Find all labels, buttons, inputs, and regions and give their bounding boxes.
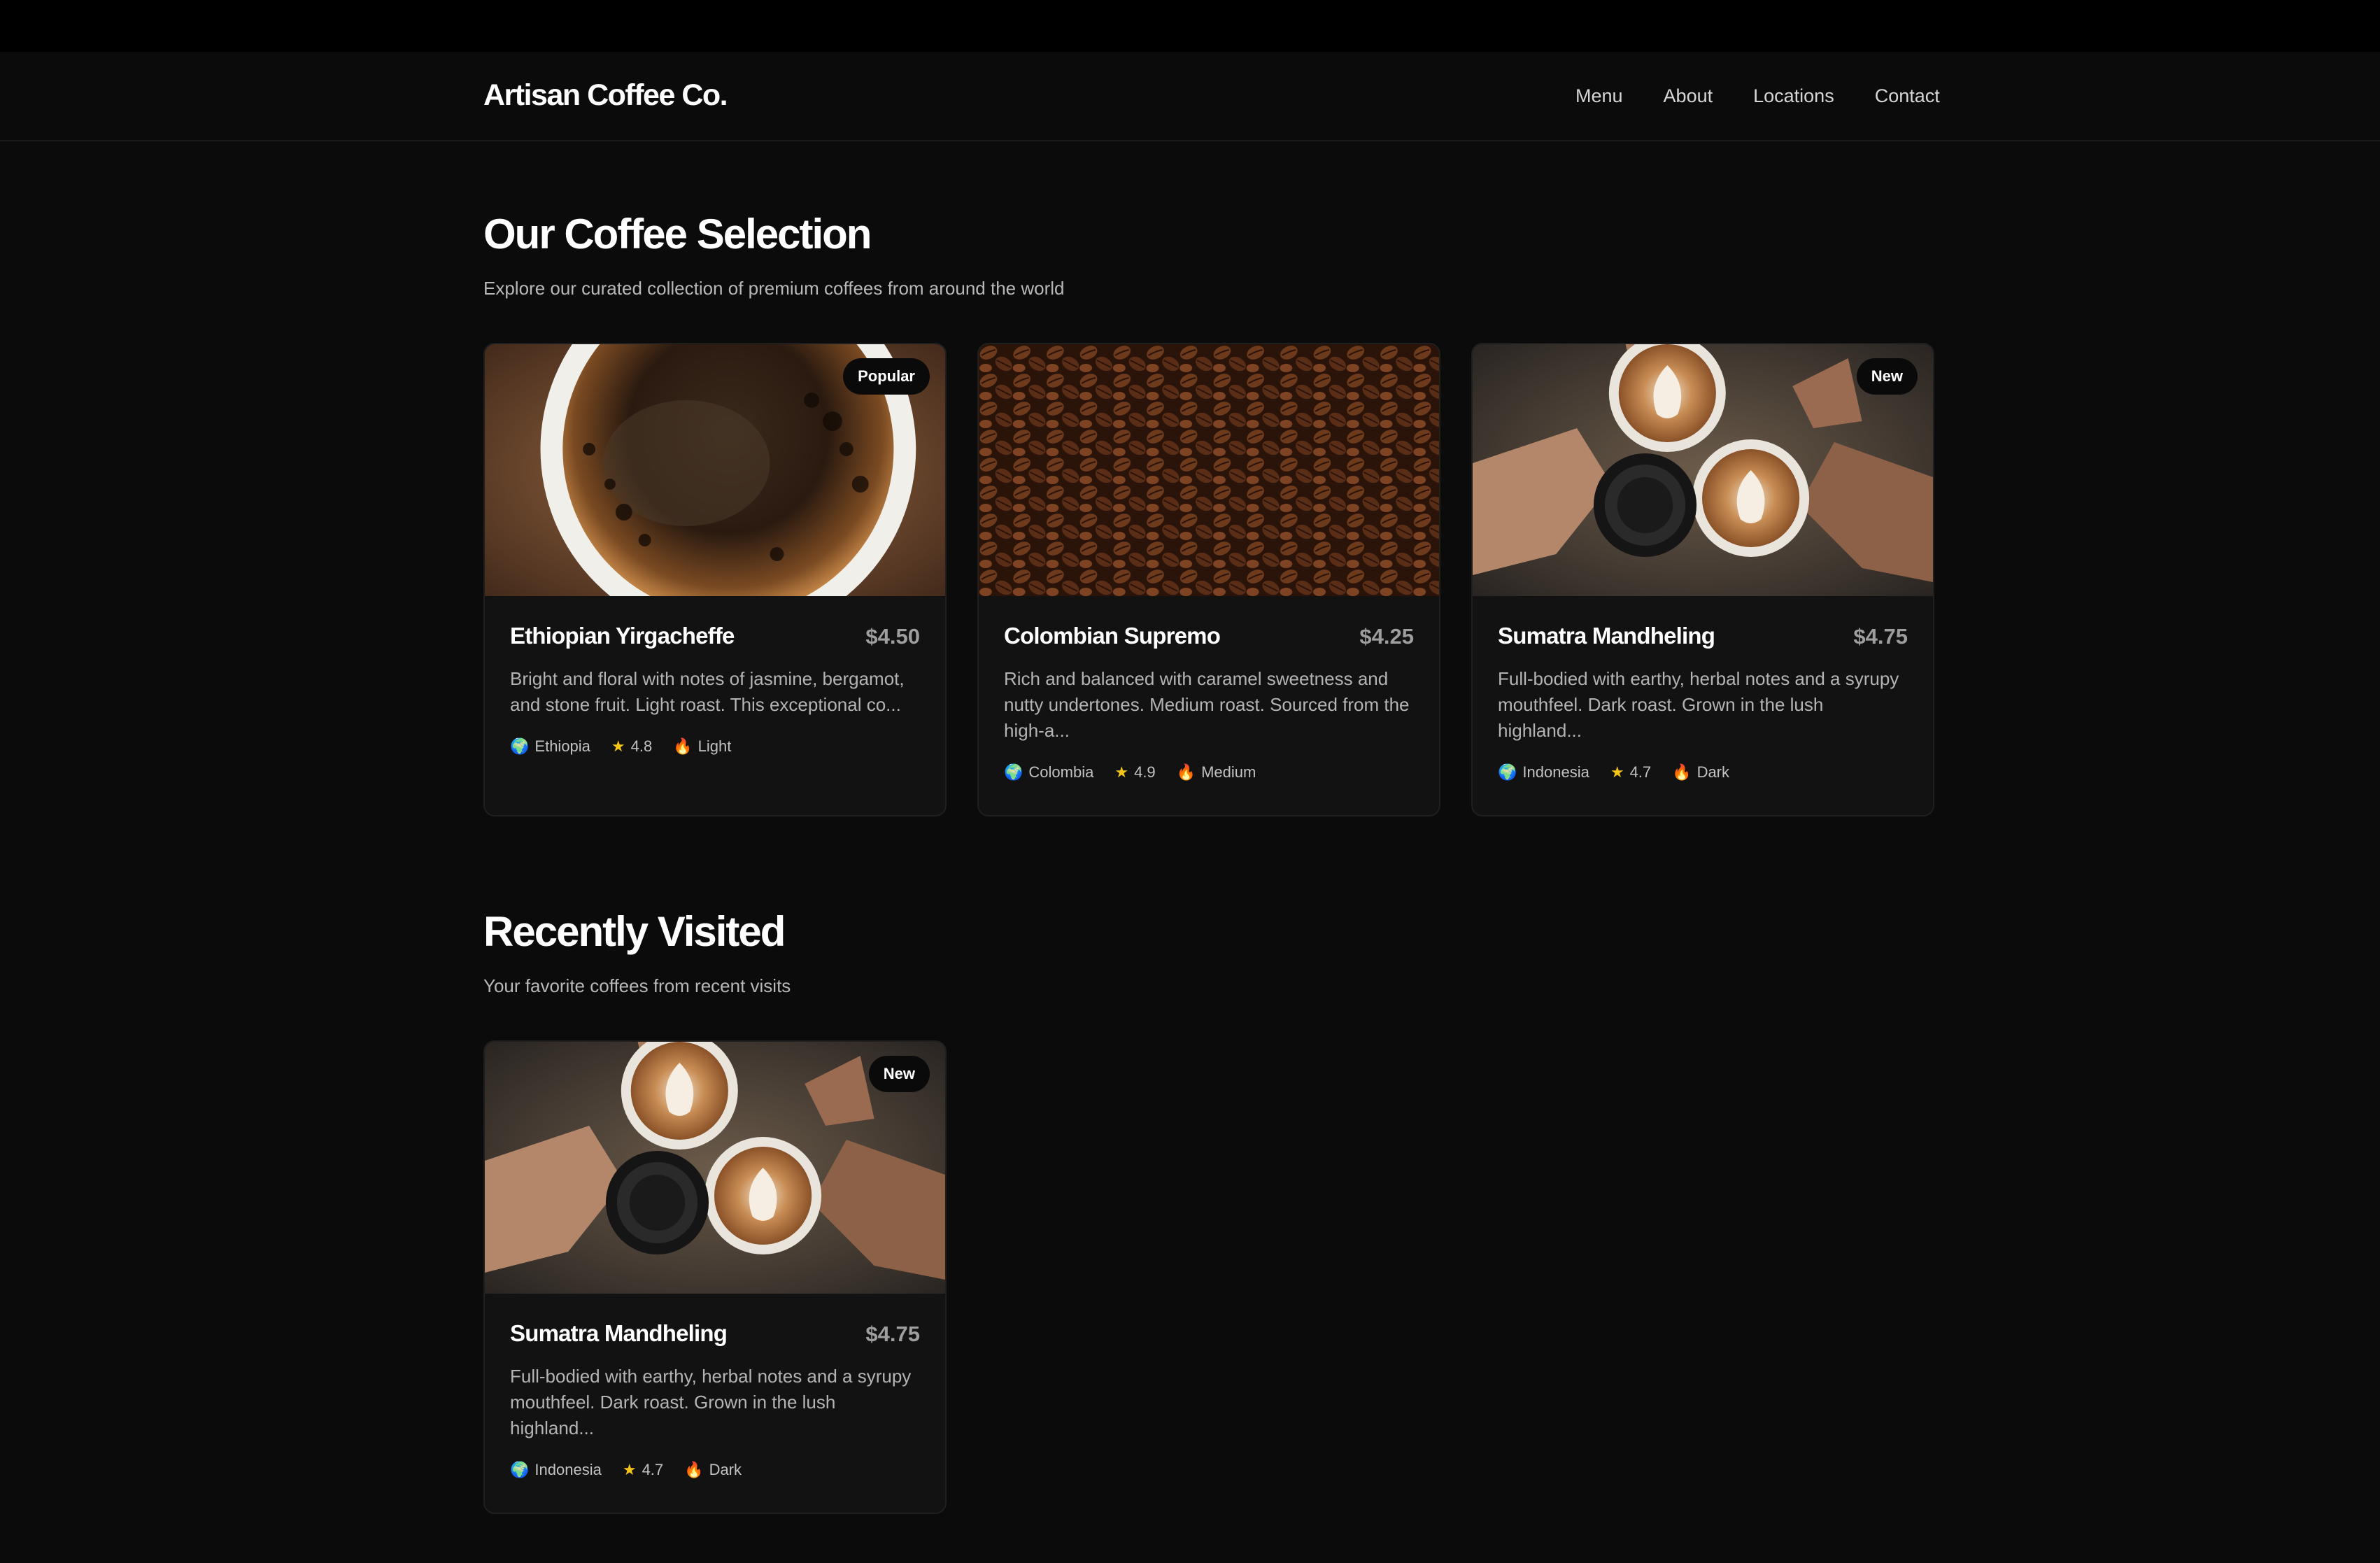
main-nav: Menu About Locations Contact xyxy=(1575,85,1940,107)
brand-logo[interactable]: Artisan Coffee Co. xyxy=(483,78,728,113)
coffee-name: Colombian Supremo xyxy=(1004,623,1221,649)
roast-label: Medium xyxy=(1201,763,1256,781)
card-badge: Popular xyxy=(843,358,930,395)
globe-icon: 🌍 xyxy=(510,737,530,755)
roast-label: Dark xyxy=(709,1461,742,1478)
coffee-image: New xyxy=(485,1042,945,1294)
rating-meta: ★ 4.7 xyxy=(623,1461,663,1479)
coffee-price: $4.75 xyxy=(865,1322,920,1346)
origin-label: Indonesia xyxy=(534,1461,602,1478)
roast-meta: 🔥 Dark xyxy=(1672,763,1729,782)
origin-meta: 🌍 Colombia xyxy=(1004,763,1093,782)
coffee-price: $4.50 xyxy=(865,624,920,649)
star-icon: ★ xyxy=(1114,763,1129,781)
coffee-meta: 🌍 Indonesia ★ 4.7 🔥 Dark xyxy=(510,1461,920,1479)
roast-label: Light xyxy=(697,737,732,755)
globe-icon: 🌍 xyxy=(1004,763,1023,781)
origin-meta: 🌍 Indonesia xyxy=(510,1461,602,1479)
card-body: Sumatra Mandheling $4.75 Full-bodied wit… xyxy=(485,1294,945,1479)
coffee-description: Full-bodied with earthy, herbal notes an… xyxy=(510,1366,912,1438)
roast-meta: 🔥 Medium xyxy=(1177,763,1256,782)
flame-icon: 🔥 xyxy=(673,737,693,755)
card-badge: New xyxy=(868,1056,930,1092)
rating-label: 4.8 xyxy=(630,737,653,755)
globe-icon: 🌍 xyxy=(1498,763,1517,781)
origin-label: Colombia xyxy=(1028,763,1094,781)
recent-grid: New Sumatra Mandheling $4.75 Full-bodied… xyxy=(483,1040,1934,1514)
coffee-image: Popular xyxy=(485,344,945,596)
coffee-name: Sumatra Mandheling xyxy=(510,1320,728,1346)
rating-label: 4.7 xyxy=(1629,763,1652,781)
site-header: Artisan Coffee Co. Menu About Locations … xyxy=(0,52,2380,141)
card-header: Colombian Supremo $4.25 xyxy=(1004,623,1414,649)
coffee-card[interactable]: Colombian Supremo $4.25 Rich and balance… xyxy=(977,343,1440,816)
star-icon: ★ xyxy=(611,737,625,755)
browser-top-bar xyxy=(0,0,2380,52)
flame-icon: 🔥 xyxy=(1176,763,1196,781)
card-body: Colombian Supremo $4.25 Rich and balance… xyxy=(979,596,1439,782)
rating-meta: ★ 4.9 xyxy=(1114,763,1155,782)
coffee-meta: 🌍 Colombia ★ 4.9 🔥 Medium xyxy=(1004,763,1414,782)
origin-meta: 🌍 Ethiopia xyxy=(510,737,590,756)
nav-link-locations[interactable]: Locations xyxy=(1753,85,1834,107)
roast-label: Dark xyxy=(1697,763,1730,781)
roast-meta: 🔥 Dark xyxy=(684,1461,742,1479)
section-subtitle: Explore our curated collection of premiu… xyxy=(483,278,1065,299)
coffee-card[interactable]: New Sumatra Mandheling $4.75 Full-bodied… xyxy=(1471,343,1934,816)
coffee-selection-section: Our Coffee Selection Explore our curated… xyxy=(483,210,1934,816)
coffee-description: Bright and floral with notes of jasmine,… xyxy=(510,668,905,715)
globe-icon: 🌍 xyxy=(510,1461,530,1478)
card-header: Sumatra Mandheling $4.75 xyxy=(1498,623,1908,649)
star-icon: ★ xyxy=(1610,763,1624,781)
card-header: Ethiopian Yirgacheffe $4.50 xyxy=(510,623,920,649)
coffee-card[interactable]: New Sumatra Mandheling $4.75 Full-bodied… xyxy=(483,1040,947,1514)
section-title: Our Coffee Selection xyxy=(483,211,872,257)
coffee-grid: Popular Ethiopian Yirgacheffe $4.50 Brig… xyxy=(483,343,1934,816)
coffee-price: $4.25 xyxy=(1359,624,1414,649)
coffee-meta: 🌍 Indonesia ★ 4.7 🔥 Dark xyxy=(1498,763,1908,782)
coffee-price: $4.75 xyxy=(1853,624,1908,649)
coffee-name: Sumatra Mandheling xyxy=(1498,623,1715,649)
flame-icon: 🔥 xyxy=(684,1461,704,1478)
coffee-image xyxy=(979,344,1439,596)
coffee-description: Rich and balanced with caramel sweetness… xyxy=(1004,668,1410,741)
section-subtitle: Your favorite coffees from recent visits xyxy=(483,975,791,996)
origin-label: Ethiopia xyxy=(534,737,590,755)
rating-meta: ★ 4.8 xyxy=(611,737,652,756)
card-badge: New xyxy=(1856,358,1918,395)
roast-meta: 🔥 Light xyxy=(673,737,731,756)
star-icon: ★ xyxy=(622,1461,637,1478)
card-body: Ethiopian Yirgacheffe $4.50 Bright and f… xyxy=(485,596,945,756)
coffee-meta: 🌍 Ethiopia ★ 4.8 🔥 Light xyxy=(510,737,920,756)
nav-link-about[interactable]: About xyxy=(1664,85,1713,107)
origin-meta: 🌍 Indonesia xyxy=(1498,763,1589,782)
rating-label: 4.9 xyxy=(1134,763,1156,781)
rating-label: 4.7 xyxy=(642,1461,664,1478)
card-header: Sumatra Mandheling $4.75 xyxy=(510,1320,920,1347)
card-body: Sumatra Mandheling $4.75 Full-bodied wit… xyxy=(1473,596,1933,782)
coffee-image: New xyxy=(1473,344,1933,596)
coffee-card[interactable]: Popular Ethiopian Yirgacheffe $4.50 Brig… xyxy=(483,343,947,816)
coffee-description: Full-bodied with earthy, herbal notes an… xyxy=(1498,668,1899,741)
coffee-name: Ethiopian Yirgacheffe xyxy=(510,623,735,649)
nav-link-contact[interactable]: Contact xyxy=(1875,85,1940,107)
flame-icon: 🔥 xyxy=(1672,763,1692,781)
recently-visited-section: Recently Visited Your favorite coffees f… xyxy=(483,907,1934,1514)
rating-meta: ★ 4.7 xyxy=(1610,763,1651,782)
section-title: Recently Visited xyxy=(483,908,786,955)
origin-label: Indonesia xyxy=(1522,763,1589,781)
nav-link-menu[interactable]: Menu xyxy=(1575,85,1623,107)
